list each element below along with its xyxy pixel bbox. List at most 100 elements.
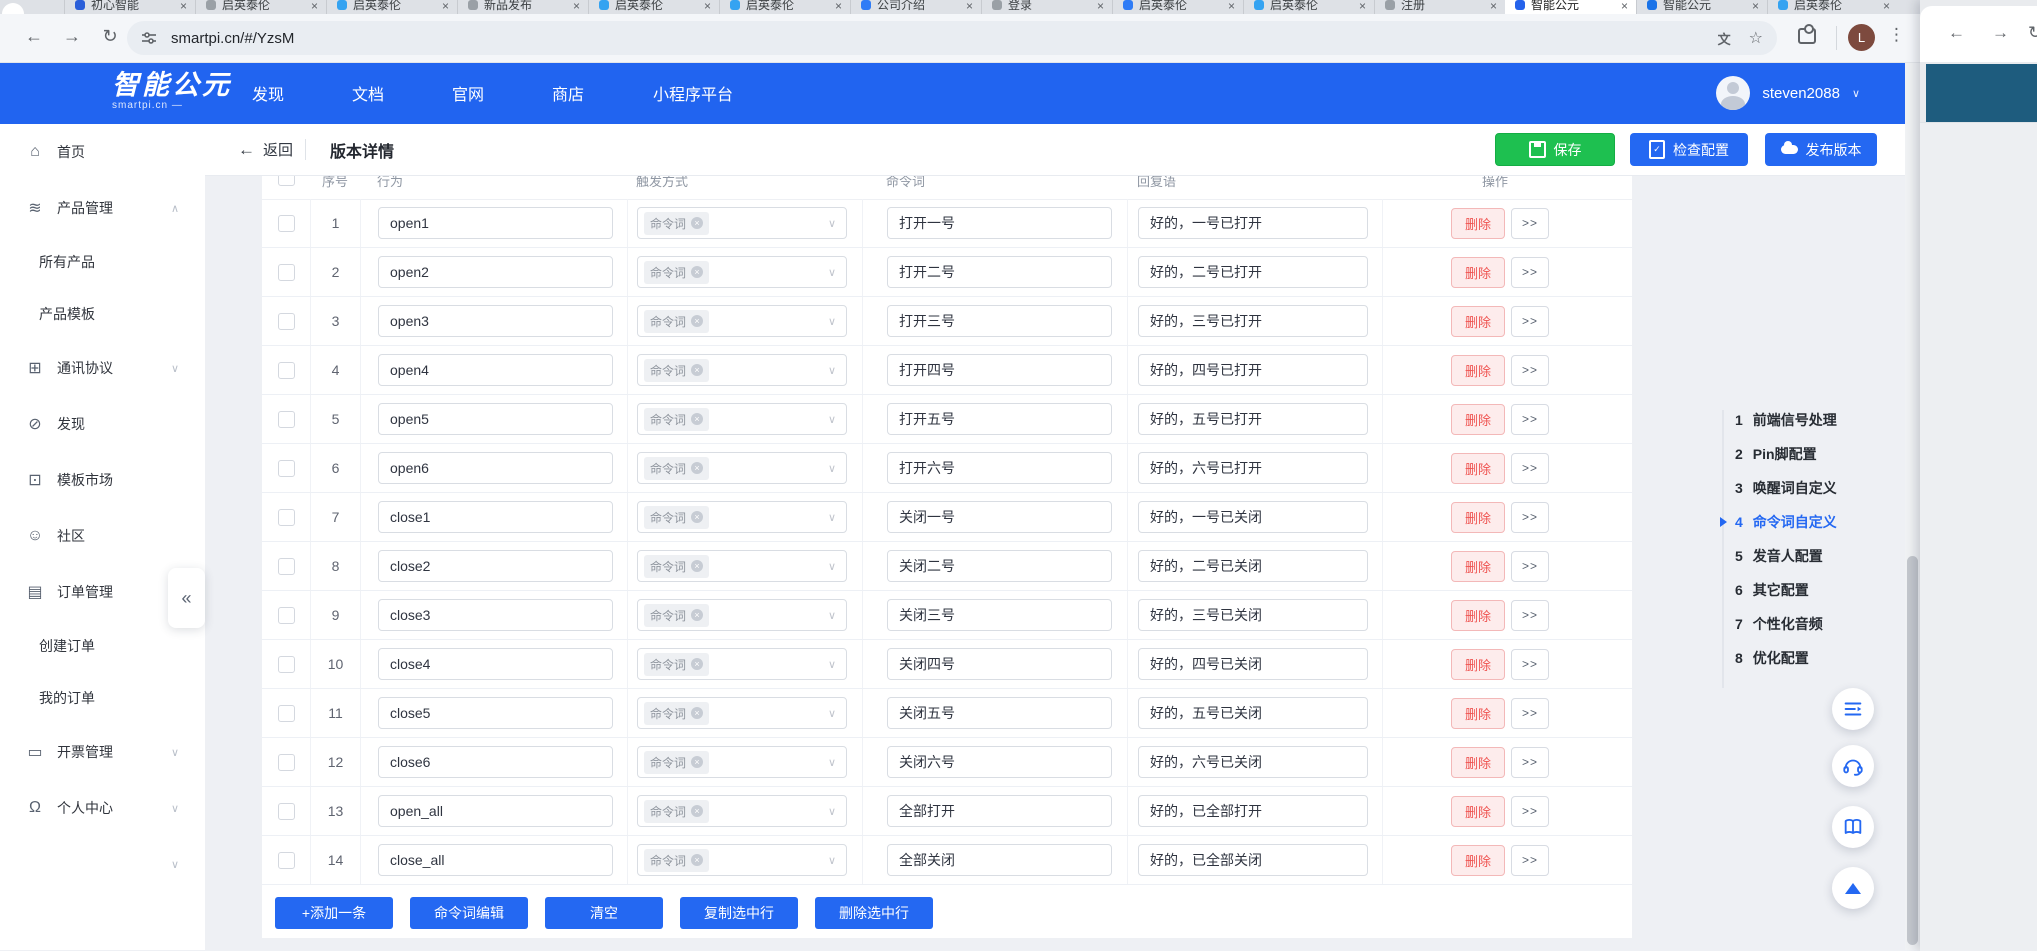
expand-row-button[interactable]: >>	[1511, 698, 1549, 729]
site-info-icon[interactable]	[141, 30, 157, 46]
tag-close-icon[interactable]: ×	[691, 462, 703, 474]
sidebar-item[interactable]: ≋ 产品管理 ∧	[0, 180, 205, 236]
behavior-input[interactable]: open1	[378, 207, 613, 239]
row-checkbox[interactable]	[278, 411, 295, 428]
nav-link[interactable]: 文档	[318, 81, 418, 105]
command-input[interactable]: 打开六号	[887, 452, 1112, 484]
expand-row-button[interactable]: >>	[1511, 257, 1549, 288]
forward-icon[interactable]: →	[1992, 23, 2009, 43]
behavior-input[interactable]: close3	[378, 599, 613, 631]
expand-row-button[interactable]: >>	[1511, 845, 1549, 876]
sidebar-item[interactable]: 所有产品	[0, 236, 205, 288]
browser-tab[interactable]: 启英泰伦 ×	[719, 0, 850, 14]
trigger-select[interactable]: 命令词 × ∨	[637, 648, 847, 680]
command-input[interactable]: 打开一号	[887, 207, 1112, 239]
tab-close-icon[interactable]: ×	[1752, 0, 1759, 12]
reply-input[interactable]: 好的，一号已关闭	[1138, 501, 1368, 533]
delete-row-button[interactable]: 删除	[1451, 747, 1505, 778]
tab-search-button[interactable]	[2, 3, 24, 14]
tab-close-icon[interactable]: ×	[1097, 0, 1104, 12]
row-checkbox[interactable]	[278, 313, 295, 330]
trigger-select[interactable]: 命令词 × ∨	[637, 207, 847, 239]
sidebar-item[interactable]: ☺ 社区	[0, 508, 205, 564]
browser-tab[interactable]: 新品发布 ×	[457, 0, 588, 14]
browser-tab[interactable]: 登录 ×	[981, 0, 1112, 14]
reply-input[interactable]: 好的，已全部关闭	[1138, 844, 1368, 876]
behavior-input[interactable]: close5	[378, 697, 613, 729]
delete-row-button[interactable]: 删除	[1451, 306, 1505, 337]
expand-row-button[interactable]: >>	[1511, 208, 1549, 239]
check-config-button[interactable]: ✓ 检查配置	[1630, 133, 1748, 166]
browser-tab[interactable]: 智能公元 ×	[1505, 0, 1636, 14]
address-bar[interactable]: smartpi.cn/#/YzsM 文 ☆	[127, 21, 1777, 55]
browser-menu-icon[interactable]: ⋮	[1888, 25, 1905, 45]
delete-row-button[interactable]: 删除	[1451, 502, 1505, 533]
behavior-input[interactable]: close2	[378, 550, 613, 582]
anchor-nav-item[interactable]: 8 优化配置	[1735, 641, 1837, 675]
delete-row-button[interactable]: 删除	[1451, 355, 1505, 386]
anchor-nav-item[interactable]: 4 命令词自定义	[1735, 505, 1837, 539]
browser-tab[interactable]: 初心智能 ×	[64, 0, 195, 14]
tag-close-icon[interactable]: ×	[691, 805, 703, 817]
browser-tab[interactable]: 启英泰伦 ×	[588, 0, 719, 14]
reply-input[interactable]: 好的，三号已打开	[1138, 305, 1368, 337]
behavior-input[interactable]: open5	[378, 403, 613, 435]
app-logo[interactable]: 智能公元 smartpi.cn —	[112, 70, 232, 111]
reply-input[interactable]: 好的，五号已打开	[1138, 403, 1368, 435]
tag-close-icon[interactable]: ×	[691, 560, 703, 572]
command-input[interactable]: 打开二号	[887, 256, 1112, 288]
behavior-input[interactable]: close1	[378, 501, 613, 533]
anchor-nav-item[interactable]: 7 个性化音频	[1735, 607, 1837, 641]
behavior-input[interactable]: close6	[378, 746, 613, 778]
user-menu[interactable]: steven2088 ∨	[1716, 62, 1860, 124]
command-input[interactable]: 关闭四号	[887, 648, 1112, 680]
trigger-select[interactable]: 命令词 × ∨	[637, 501, 847, 533]
scrollbar-thumb[interactable]	[1907, 556, 1918, 945]
expand-row-button[interactable]: >>	[1511, 404, 1549, 435]
trigger-select[interactable]: 命令词 × ∨	[637, 844, 847, 876]
row-checkbox[interactable]	[278, 656, 295, 673]
behavior-input[interactable]: open2	[378, 256, 613, 288]
behavior-input[interactable]: open4	[378, 354, 613, 386]
sidebar-item[interactable]: ▭ 开票管理 ∨	[0, 724, 205, 780]
tag-close-icon[interactable]: ×	[691, 756, 703, 768]
browser-tab[interactable]: 智能公元 ×	[1636, 0, 1767, 14]
reply-input[interactable]: 好的，六号已打开	[1138, 452, 1368, 484]
sidebar-item[interactable]: Ω 个人中心 ∨	[0, 780, 205, 836]
trigger-select[interactable]: 命令词 × ∨	[637, 305, 847, 337]
browser-tab[interactable]: 启英泰伦 ×	[1767, 0, 1898, 14]
delete-row-button[interactable]: 删除	[1451, 257, 1505, 288]
expand-row-button[interactable]: >>	[1511, 306, 1549, 337]
command-input[interactable]: 关闭二号	[887, 550, 1112, 582]
delete-row-button[interactable]: 删除	[1451, 698, 1505, 729]
tab-close-icon[interactable]: ×	[1883, 0, 1890, 12]
reply-input[interactable]: 好的，一号已打开	[1138, 207, 1368, 239]
expand-row-button[interactable]: >>	[1511, 747, 1549, 778]
tab-close-icon[interactable]: ×	[704, 0, 711, 12]
table-action-button[interactable]: +添加一条	[275, 897, 393, 929]
browser-profile-avatar[interactable]: L	[1848, 24, 1875, 51]
command-input[interactable]: 关闭三号	[887, 599, 1112, 631]
sidebar-item[interactable]: ⊘ 发现	[0, 396, 205, 452]
tab-close-icon[interactable]: ×	[573, 0, 580, 12]
trigger-select[interactable]: 命令词 × ∨	[637, 354, 847, 386]
tab-close-icon[interactable]: ×	[1359, 0, 1366, 12]
trigger-select[interactable]: 命令词 × ∨	[637, 746, 847, 778]
trigger-select[interactable]: 命令词 × ∨	[637, 403, 847, 435]
tab-close-icon[interactable]: ×	[966, 0, 973, 12]
expand-row-button[interactable]: >>	[1511, 649, 1549, 680]
back-button[interactable]: ← 返回	[238, 124, 293, 175]
back-to-top-fab[interactable]	[1832, 867, 1874, 909]
tab-close-icon[interactable]: ×	[835, 0, 842, 12]
delete-row-button[interactable]: 删除	[1451, 404, 1505, 435]
row-checkbox[interactable]	[278, 558, 295, 575]
expand-row-button[interactable]: >>	[1511, 551, 1549, 582]
delete-row-button[interactable]: 删除	[1451, 649, 1505, 680]
reply-input[interactable]: 好的，三号已关闭	[1138, 599, 1368, 631]
anchor-nav-item[interactable]: 2 Pin脚配置	[1735, 437, 1837, 471]
tag-close-icon[interactable]: ×	[691, 413, 703, 425]
page-scrollbar[interactable]	[1905, 62, 1920, 950]
row-checkbox[interactable]	[278, 754, 295, 771]
reply-input[interactable]: 好的，四号已打开	[1138, 354, 1368, 386]
behavior-input[interactable]: open3	[378, 305, 613, 337]
